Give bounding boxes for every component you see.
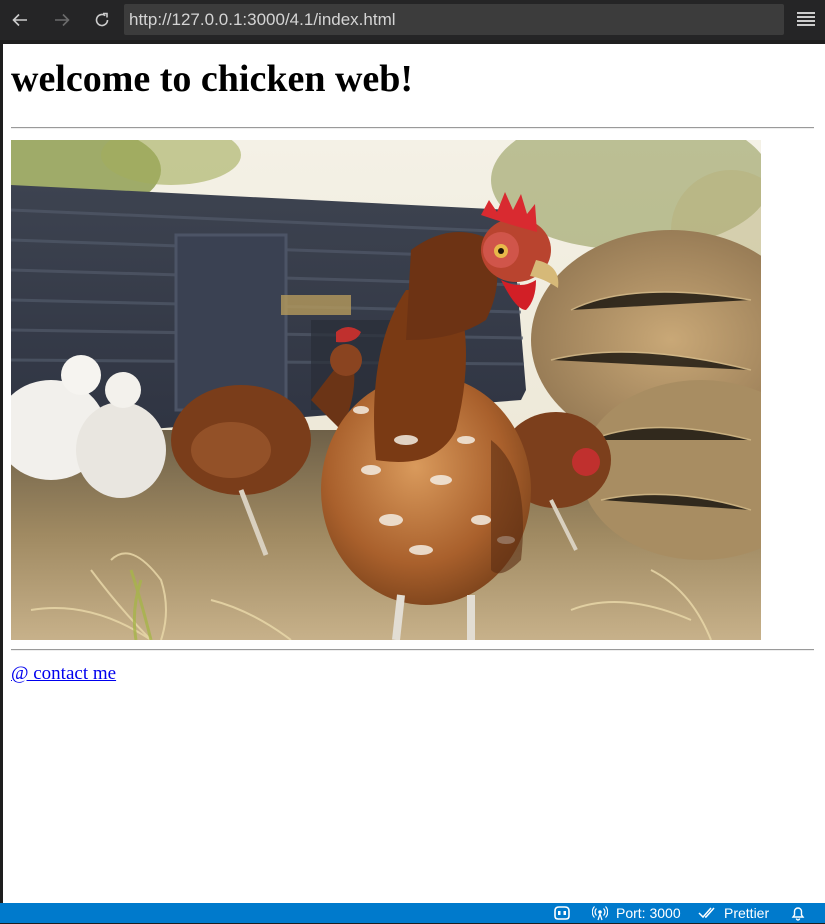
divider-bottom [11,649,814,651]
port-label: Port: 3000 [616,905,681,921]
contact-me-link[interactable]: @ contact me [11,663,116,685]
page-viewport: welcome to chicken web! @ contact me [3,44,825,903]
broadcast-icon [592,905,612,921]
prettier-status[interactable]: Prettier [698,903,769,923]
arrow-left-icon[interactable] [6,6,34,34]
url-bar[interactable]: http://127.0.0.1:3000/4.1/index.html [124,4,784,35]
double-check-icon [698,906,720,920]
bell-icon[interactable] [790,903,810,923]
divider-top [11,127,814,129]
port-status[interactable]: Port: 3000 [592,903,681,923]
chicken-photo [11,140,761,640]
prettier-label: Prettier [724,905,770,921]
hamburger-menu-icon[interactable] [797,10,815,28]
copilot-icon[interactable] [553,903,575,923]
arrow-right-icon[interactable] [48,6,76,34]
reload-icon[interactable] [88,6,116,34]
browser-toolbar: http://127.0.0.1:3000/4.1/index.html [0,0,825,44]
page-title: welcome to chicken web! [11,58,414,100]
status-bar: Port: 3000 Prettier [0,903,825,923]
